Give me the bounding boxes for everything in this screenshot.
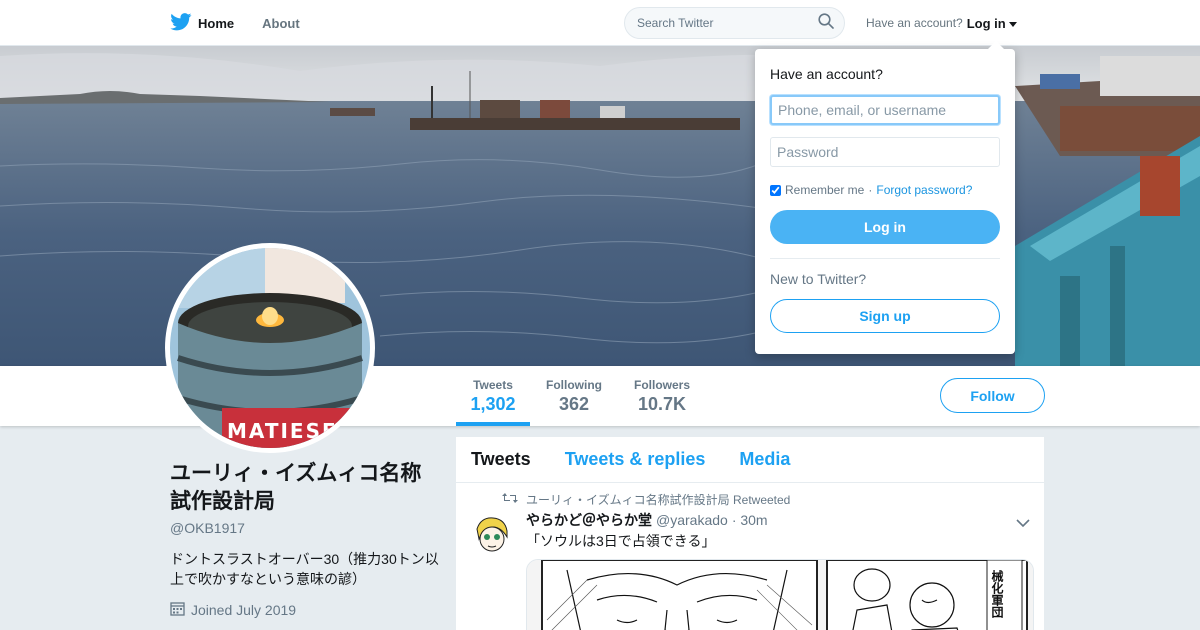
tweet-author-avatar[interactable] — [471, 513, 513, 555]
calendar-icon — [170, 601, 185, 619]
remember-checkbox[interactable] — [770, 184, 781, 196]
tab-tweets[interactable]: Tweets — [471, 449, 531, 470]
search-icon[interactable] — [818, 12, 834, 34]
tweet-media[interactable]: 械化軍団 — [526, 559, 1034, 630]
login-button[interactable]: Log in — [770, 210, 1000, 244]
retweet-context: ユーリィ・イズムィコ名称試作設計局 Retweeted — [502, 491, 790, 508]
search-input[interactable] — [637, 16, 818, 30]
tweet-item[interactable]: ユーリィ・イズムィコ名称試作設計局 Retweeted やらかど＠やらか堂 @y… — [456, 483, 1044, 630]
remember-row: Remember me · Forgot password? — [770, 183, 1000, 197]
login-dropdown: Have an account? Remember me · Forgot pa… — [755, 41, 1015, 354]
stat-followers-label: Followers — [633, 378, 690, 392]
remember-label[interactable]: Remember me — [785, 183, 864, 197]
tweet-author-name[interactable]: やらかど＠やらか堂 — [526, 510, 652, 530]
stat-tweets[interactable]: Tweets 1,302 — [456, 378, 530, 415]
manga-image: 械化軍団 — [527, 560, 1033, 630]
stat-following-label: Following — [546, 378, 602, 392]
account-question: Have an account? — [866, 16, 963, 30]
forgot-password-link[interactable]: Forgot password? — [876, 183, 972, 197]
stat-tweets-value: 1,302 — [470, 394, 516, 414]
account-prompt: Have an account? Log in — [866, 0, 1017, 46]
profile-info: ユーリィ・イズムィコ名称試作設計局 @OKB1917 ドントスラストオーバー30… — [170, 460, 440, 619]
profile-joined-text: Joined July 2019 — [191, 602, 297, 618]
username-field[interactable] — [770, 95, 1000, 125]
profile-joined: Joined July 2019 — [170, 601, 440, 619]
stat-following[interactable]: Following 362 — [540, 378, 608, 415]
new-to-twitter-label: New to Twitter? — [770, 271, 867, 287]
active-tab-underline — [456, 422, 530, 426]
remember-separator: · — [868, 183, 873, 197]
tweet-header: やらかど＠やらか堂 @yarakado · 30m — [526, 510, 768, 530]
twitter-bird-icon — [170, 12, 192, 34]
signup-button[interactable]: Sign up — [770, 299, 1000, 333]
stat-tweets-label: Tweets — [473, 378, 513, 392]
password-field[interactable] — [770, 137, 1000, 167]
nav-about-label: About — [262, 15, 300, 31]
profile-avatar[interactable]: MATIESEN — [165, 243, 375, 453]
login-toggle[interactable]: Log in — [967, 16, 1017, 31]
follow-button[interactable]: Follow — [940, 378, 1045, 413]
login-dropdown-title: Have an account? — [770, 66, 883, 82]
stat-following-value: 362 — [558, 394, 590, 414]
profile-name[interactable]: ユーリィ・イズムィコ名称試作設計局 — [170, 460, 440, 516]
timeline: Tweets Tweets & replies Media ユーリィ・イズムィコ… — [456, 437, 1044, 630]
profile-handle[interactable]: @OKB1917 — [170, 520, 440, 536]
tweet-timestamp[interactable]: · 30m — [732, 512, 768, 528]
stat-followers[interactable]: Followers 10.7K — [628, 378, 696, 415]
avatar-text: MATIESEN — [227, 419, 356, 443]
avatar-image: MATIESEN — [170, 248, 370, 448]
dropdown-divider — [770, 258, 1000, 259]
manga-caption: 械化軍団 — [990, 569, 1004, 619]
timeline-tabs: Tweets Tweets & replies Media — [456, 437, 1044, 483]
nav-home-label: Home — [198, 15, 235, 31]
profile-bio: ドントスラストオーバー30（推力30トン以上で吹かすなという意味の諺） — [170, 551, 439, 587]
dropdown-caret — [988, 41, 1004, 49]
nav-left: Home About — [170, 0, 300, 46]
tab-media[interactable]: Media — [739, 449, 790, 470]
tab-tweets-replies[interactable]: Tweets & replies — [565, 449, 706, 470]
nav-about-link[interactable]: About — [262, 16, 300, 31]
tweet-author-handle[interactable]: @yarakado — [656, 512, 728, 528]
retweet-icon — [502, 492, 518, 507]
caret-down-icon — [1008, 16, 1017, 31]
tweet-text: 「ソウルは3日で占領できる」 — [526, 533, 716, 549]
retweet-text[interactable]: ユーリィ・イズムィコ名称試作設計局 Retweeted — [526, 491, 790, 508]
top-navigation-bar: Home About Have an account? Log in — [0, 0, 1200, 46]
search-box[interactable] — [624, 7, 845, 39]
login-toggle-label: Log in — [966, 15, 1006, 31]
nav-home-link[interactable]: Home — [170, 12, 235, 34]
stat-followers-value: 10.7K — [637, 394, 687, 414]
chevron-down-icon[interactable] — [1016, 515, 1030, 533]
